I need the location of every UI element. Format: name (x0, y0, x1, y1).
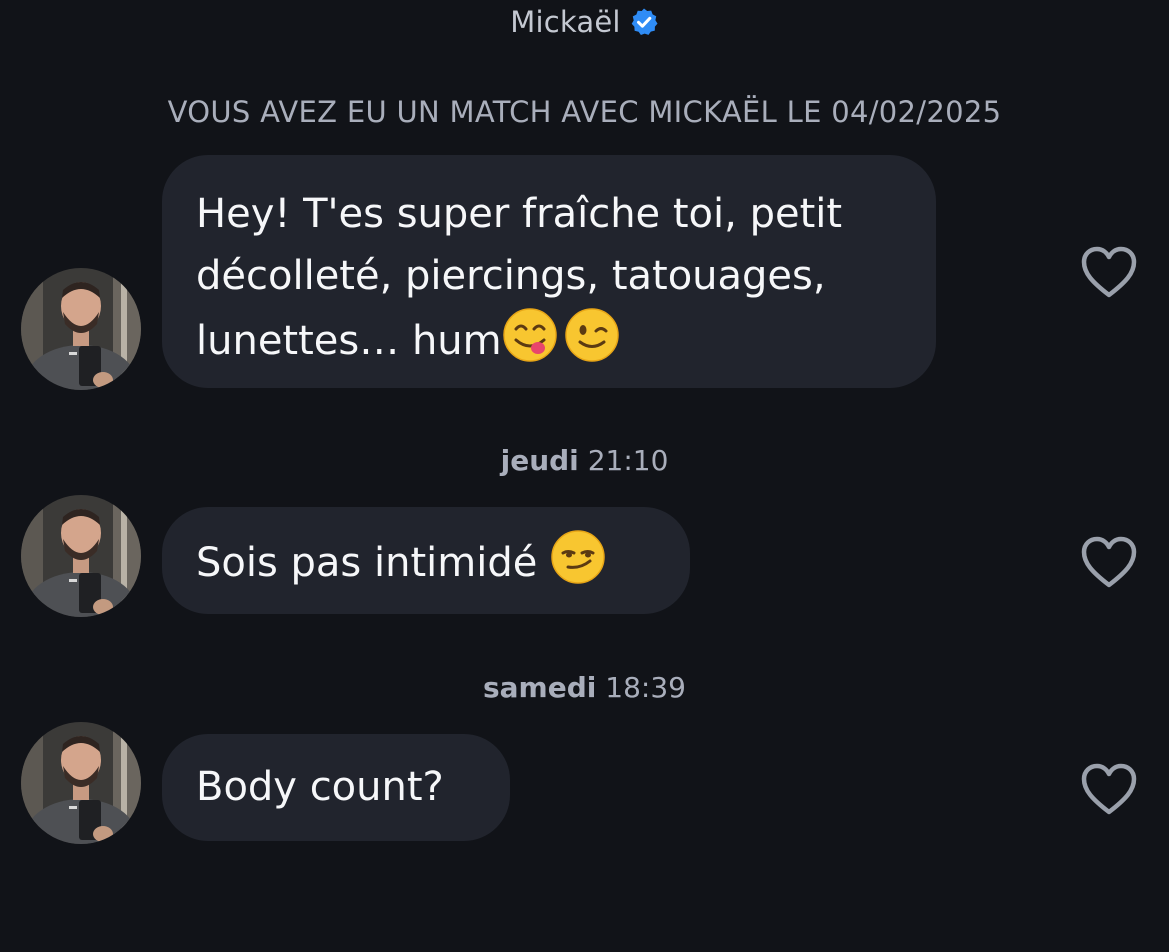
message-text: Body count? (196, 764, 444, 810)
message-text: Sois pas intimidé (196, 540, 551, 586)
timestamp-time: 21:10 (587, 444, 669, 477)
heart-outline-icon[interactable] (1080, 535, 1138, 589)
timestamp-day: jeudi (500, 444, 579, 477)
message-bubble[interactable]: Body count? (162, 734, 510, 841)
contact-avatar[interactable] (21, 495, 141, 617)
chat-header: Mickaël (0, 0, 1169, 44)
timestamp-time: 18:39 (605, 671, 686, 704)
heart-outline-icon[interactable] (1080, 245, 1138, 299)
smirking-face-emoji (550, 529, 606, 585)
contact-avatar[interactable] (21, 268, 141, 390)
contact-name[interactable]: Mickaël (510, 5, 620, 39)
yum-face-emoji (502, 307, 558, 363)
winking-face-emoji (564, 307, 620, 363)
message-timestamp: samedi 18:39 (0, 668, 1169, 708)
message-bubble[interactable]: Hey! T'es super fraîche toi, petit décol… (162, 155, 936, 388)
timestamp-day: samedi (483, 671, 597, 704)
contact-avatar[interactable] (21, 722, 141, 844)
message-bubble[interactable]: Sois pas intimidé (162, 507, 690, 614)
verified-badge-icon (629, 7, 659, 37)
match-notice: VOUS AVEZ EU UN MATCH AVEC MICKAËL LE 04… (167, 95, 1002, 129)
heart-outline-icon[interactable] (1080, 762, 1138, 816)
message-timestamp: jeudi 21:10 (0, 441, 1169, 481)
